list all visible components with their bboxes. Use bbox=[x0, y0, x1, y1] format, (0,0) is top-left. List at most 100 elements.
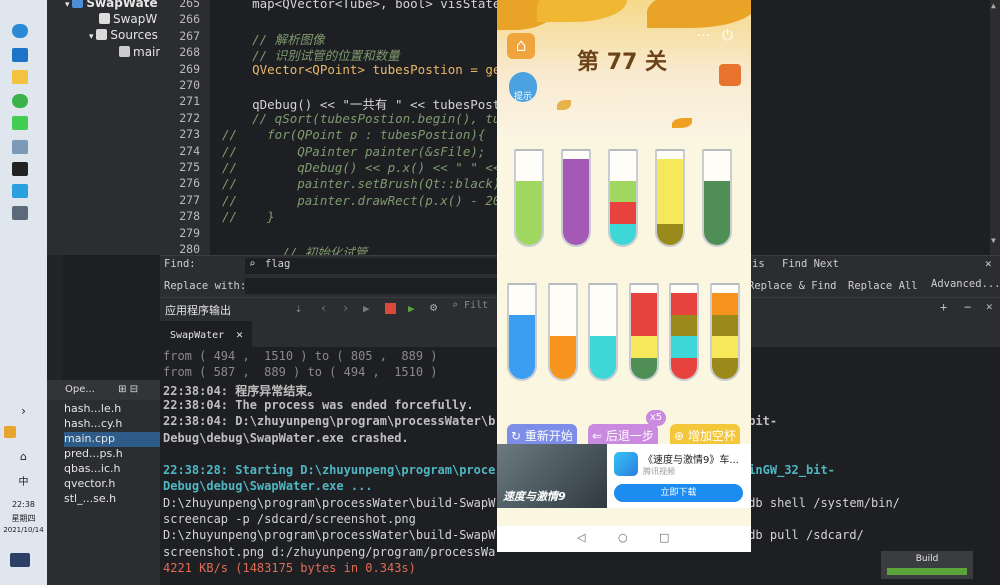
liquid-segment-red bbox=[671, 357, 697, 379]
leaf-decoration bbox=[537, 0, 627, 22]
open-document-item[interactable]: pred...ps.h bbox=[64, 447, 160, 462]
open-document-item[interactable]: hash...le.h bbox=[64, 402, 160, 417]
folder-icon[interactable] bbox=[12, 70, 28, 84]
qt-creator-icon[interactable] bbox=[12, 116, 28, 130]
tree-item-sources[interactable]: ▾ Sources bbox=[89, 28, 158, 42]
search-icon: ⌕ bbox=[452, 300, 465, 311]
power-icon[interactable]: ⏻ bbox=[722, 28, 733, 44]
forward-arrow-icon[interactable]: › bbox=[342, 301, 349, 315]
liquid-segment-blue bbox=[509, 336, 535, 358]
open-document-item[interactable]: hash...cy.h bbox=[64, 417, 160, 432]
sidebar-strip bbox=[47, 255, 62, 380]
open-document-item[interactable]: stl_...se.h bbox=[64, 492, 160, 507]
scroll-down-icon[interactable]: ▼ bbox=[991, 236, 996, 245]
cpp-file-icon bbox=[119, 46, 130, 57]
plus-icon[interactable]: + bbox=[940, 300, 947, 314]
line-number: 277 bbox=[179, 192, 200, 207]
test-tube[interactable] bbox=[588, 283, 618, 381]
line-number-gutter: 265 266 267 268 269 270 271 272 273 274 275 276 277 2… bbox=[160, 0, 210, 256]
filter-input[interactable]: ⌕ Filt bbox=[452, 300, 492, 318]
code-line: // qDebug() << p.x() << " " << bbox=[222, 160, 501, 175]
build-progress[interactable]: Build bbox=[881, 551, 973, 579]
test-tube[interactable] bbox=[669, 283, 699, 381]
clock-time[interactable]: 22:38 bbox=[2, 500, 45, 509]
liquid-segment-red bbox=[610, 202, 636, 224]
test-tube[interactable] bbox=[561, 149, 591, 247]
test-tube[interactable] bbox=[702, 149, 732, 247]
test-tube[interactable] bbox=[608, 149, 638, 247]
scroll-up-icon[interactable]: ▲ bbox=[991, 1, 996, 10]
debug-run-icon[interactable]: ▶ bbox=[408, 302, 415, 315]
open-documents-header[interactable]: Ope... ⊞ ⊟ bbox=[47, 380, 160, 400]
stop-icon[interactable] bbox=[385, 303, 396, 314]
open-document-item[interactable]: qbas...ic.h bbox=[64, 462, 160, 477]
test-tube[interactable] bbox=[547, 283, 578, 381]
test-tube[interactable] bbox=[628, 283, 659, 381]
ad-image[interactable]: 速度与激情9 bbox=[497, 444, 607, 508]
settings-icon[interactable]: ⚙ bbox=[430, 300, 437, 314]
network-icon[interactable]: ⌂ bbox=[2, 450, 45, 463]
run-icon[interactable]: ▶ bbox=[363, 302, 370, 315]
back-icon[interactable]: ◁ bbox=[577, 531, 585, 544]
clock-date[interactable]: 2021/10/14 bbox=[2, 526, 45, 534]
liquid-segment-blue bbox=[509, 314, 535, 336]
tab-swapwater[interactable]: SwapWater ✕ bbox=[160, 321, 252, 347]
recent-apps-icon[interactable]: □ bbox=[659, 531, 669, 544]
close-icon[interactable]: ⊟ bbox=[130, 384, 138, 395]
liquid-segment-purple bbox=[563, 159, 589, 181]
find-previous-button[interactable]: is bbox=[752, 258, 765, 270]
open-document-item[interactable]: main.cpp bbox=[64, 432, 160, 447]
notification-icon[interactable] bbox=[10, 553, 30, 567]
replace-and-find-button[interactable]: Replace & Find bbox=[748, 280, 837, 292]
close-tab-icon[interactable]: ✕ bbox=[236, 328, 243, 341]
gift-icon[interactable] bbox=[719, 64, 741, 86]
clock-day[interactable]: 星期四 bbox=[2, 513, 45, 524]
tool-icon[interactable] bbox=[12, 140, 28, 154]
editor-scrollbar[interactable]: ▲ ▼ bbox=[990, 0, 1000, 255]
more-icon[interactable]: ··· bbox=[697, 28, 710, 44]
build-progress-bar bbox=[887, 568, 967, 575]
tree-item-pro-file[interactable]: SwapW bbox=[99, 12, 157, 26]
ad-banner[interactable]: 速度与激情9 《速度与激情9》车... 腾讯视频 立即下载 bbox=[497, 444, 751, 508]
home-nav-icon[interactable]: ○ bbox=[618, 531, 628, 544]
split-icon[interactable]: ⊞ bbox=[118, 384, 126, 395]
edge-icon[interactable] bbox=[12, 24, 28, 38]
tree-item-project[interactable]: ▾ SwapWate bbox=[65, 0, 158, 10]
test-tube[interactable] bbox=[655, 149, 685, 247]
liquid-segment-orange bbox=[549, 357, 576, 379]
close-find-icon[interactable]: ✕ bbox=[985, 257, 992, 270]
monitor-icon[interactable] bbox=[12, 206, 28, 220]
liquid-segment-green bbox=[516, 223, 542, 245]
terminal-icon[interactable] bbox=[12, 162, 28, 176]
download-button[interactable]: 立即下载 bbox=[614, 484, 743, 502]
output-line: from ( 494 , 1510 ) to ( 805 , 889 ) bbox=[163, 349, 438, 363]
test-tube[interactable] bbox=[514, 149, 544, 247]
chevron-right-icon[interactable]: › bbox=[2, 404, 45, 418]
open-document-item[interactable]: qvector.h bbox=[64, 477, 160, 492]
mail-icon[interactable] bbox=[12, 48, 28, 62]
code-line: map<QVector<Tube>, bool> visState; bbox=[222, 0, 508, 11]
tray-app-icon[interactable] bbox=[4, 426, 16, 438]
replace-input[interactable] bbox=[245, 278, 505, 294]
undo-count-badge: x5 bbox=[646, 410, 666, 426]
back-arrow-icon[interactable]: ‹ bbox=[320, 301, 327, 315]
hint-button[interactable]: 提示 bbox=[509, 72, 537, 102]
output-line: 22:38:04: 程序异常结束。 bbox=[163, 383, 320, 398]
advanced-button[interactable]: Advanced... bbox=[931, 278, 1000, 290]
wechat-icon[interactable] bbox=[12, 94, 28, 108]
find-input[interactable]: ⌕ flag bbox=[245, 258, 505, 274]
line-number: 279 bbox=[179, 225, 200, 240]
open-documents-panel: Ope... ⊞ ⊟ hash...le.h hash...cy.h main.cp… bbox=[47, 380, 160, 585]
close-panel-icon[interactable]: ✕ bbox=[986, 300, 993, 313]
home-icon[interactable]: ⌂ bbox=[507, 33, 535, 59]
replace-all-button[interactable]: Replace All bbox=[848, 280, 918, 292]
app-icon[interactable] bbox=[12, 184, 28, 198]
liquid-segment-green bbox=[610, 180, 636, 202]
minus-icon[interactable]: − bbox=[964, 300, 971, 314]
tree-item-main[interactable]: main bbox=[119, 45, 163, 59]
attach-icon[interactable]: ⇣ bbox=[295, 301, 302, 315]
ime-indicator[interactable]: 中 bbox=[2, 473, 45, 488]
find-next-button[interactable]: Find Next bbox=[782, 258, 839, 270]
test-tube[interactable] bbox=[709, 283, 740, 381]
test-tube[interactable] bbox=[507, 283, 537, 381]
